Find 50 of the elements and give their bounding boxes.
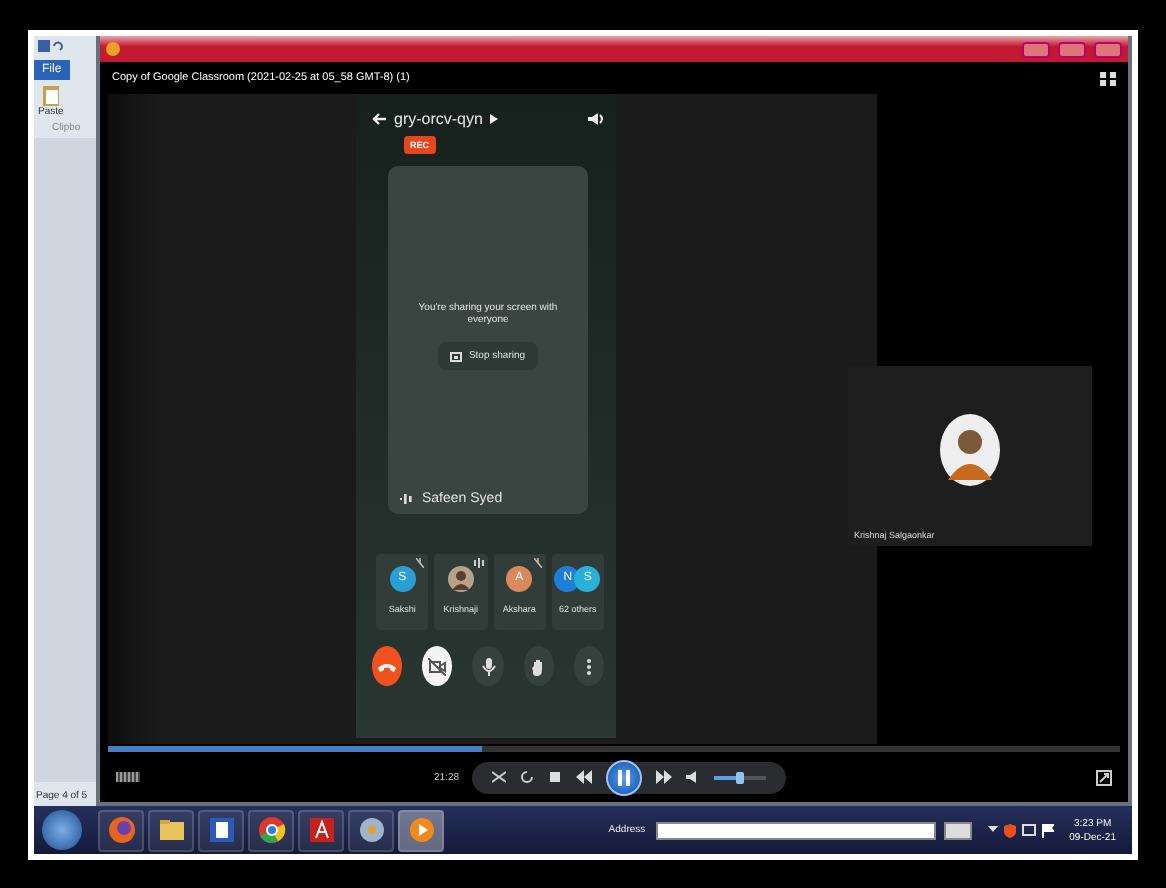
repeat-icon[interactable] <box>519 770 534 784</box>
stop-icon[interactable] <box>547 770 562 784</box>
address-field[interactable] <box>655 821 936 839</box>
play-icon <box>407 816 435 844</box>
play-pause-button[interactable] <box>605 759 642 795</box>
camera-off-button[interactable] <box>422 646 453 686</box>
flag-icon[interactable] <box>1041 823 1054 837</box>
more-options-button[interactable] <box>573 646 605 686</box>
disc-icon <box>357 816 385 844</box>
wheel-icon <box>257 816 285 844</box>
avatar-icon <box>940 414 1000 486</box>
volume-icon[interactable] <box>685 770 700 784</box>
app-icon <box>106 42 120 56</box>
meeting-code[interactable]: gry-orcv-qyn <box>394 110 483 128</box>
pause-icon <box>617 769 630 785</box>
microphone-icon <box>479 657 497 675</box>
go-button[interactable] <box>943 821 972 839</box>
save-icon <box>38 40 50 52</box>
rewind-icon[interactable] <box>575 770 592 784</box>
microphone-button[interactable] <box>472 646 504 686</box>
grip-icon[interactable] <box>116 772 140 782</box>
taskbar-button[interactable] <box>348 809 394 851</box>
slider-thumb[interactable] <box>735 771 744 783</box>
switch-view-icon[interactable] <box>1096 769 1112 785</box>
raise-hand-button[interactable] <box>523 646 554 686</box>
taskbar-button[interactable] <box>198 809 244 851</box>
screen-icon <box>450 351 463 361</box>
folder-icon <box>157 816 185 844</box>
fullscreen-icon[interactable] <box>1100 71 1116 85</box>
taskbar-button[interactable] <box>148 809 194 851</box>
shield-icon[interactable] <box>1003 823 1016 837</box>
back-arrow-icon[interactable] <box>372 112 386 126</box>
start-button[interactable] <box>42 810 82 850</box>
document-icon <box>207 816 235 844</box>
taskbar-button[interactable] <box>298 809 344 851</box>
caret-icon <box>490 114 499 124</box>
browser-icon <box>107 816 135 844</box>
caret-icon[interactable] <box>987 823 998 833</box>
speaker-icon[interactable] <box>588 112 604 126</box>
taskbar-button[interactable] <box>398 809 444 851</box>
end-call-button[interactable] <box>372 646 403 686</box>
pdf-icon <box>307 816 335 844</box>
clipboard-icon <box>41 84 60 106</box>
undo-icon <box>52 40 64 52</box>
raise-hand-icon <box>529 657 548 675</box>
avatar-icon <box>447 565 474 591</box>
audio-icon <box>400 494 414 504</box>
camera-off-icon <box>428 657 447 675</box>
fast-forward-icon[interactable] <box>655 770 672 784</box>
taskbar-button[interactable] <box>248 809 294 851</box>
